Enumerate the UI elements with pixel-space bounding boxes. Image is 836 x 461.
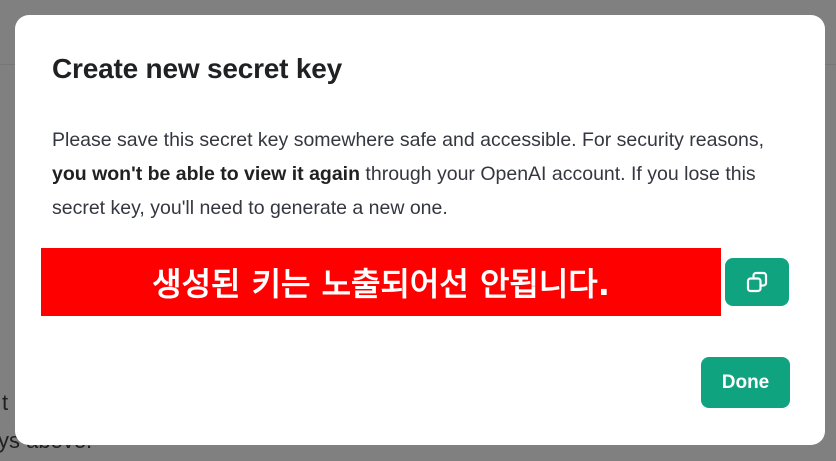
description-text: Please save this secret key somewhere sa…: [52, 129, 765, 151]
background-text: t: [2, 390, 9, 415]
copy-key-button[interactable]: [725, 258, 789, 306]
description-emphasis: you won't be able to view it again: [52, 163, 361, 185]
dialog-title: Create new secret key: [52, 53, 342, 84]
copy-icon: [746, 271, 768, 293]
secret-key-redaction: 생성된 키는 노출되어선 안됩니다.: [41, 248, 721, 316]
redaction-label: 생성된 키는 노출되어선 안됩니다.: [152, 265, 610, 303]
dialog-description: Please save this secret key somewhere sa…: [52, 123, 792, 225]
secret-key-dialog: Create new secret key Please save this s…: [15, 15, 825, 445]
done-button[interactable]: Done: [701, 357, 790, 408]
